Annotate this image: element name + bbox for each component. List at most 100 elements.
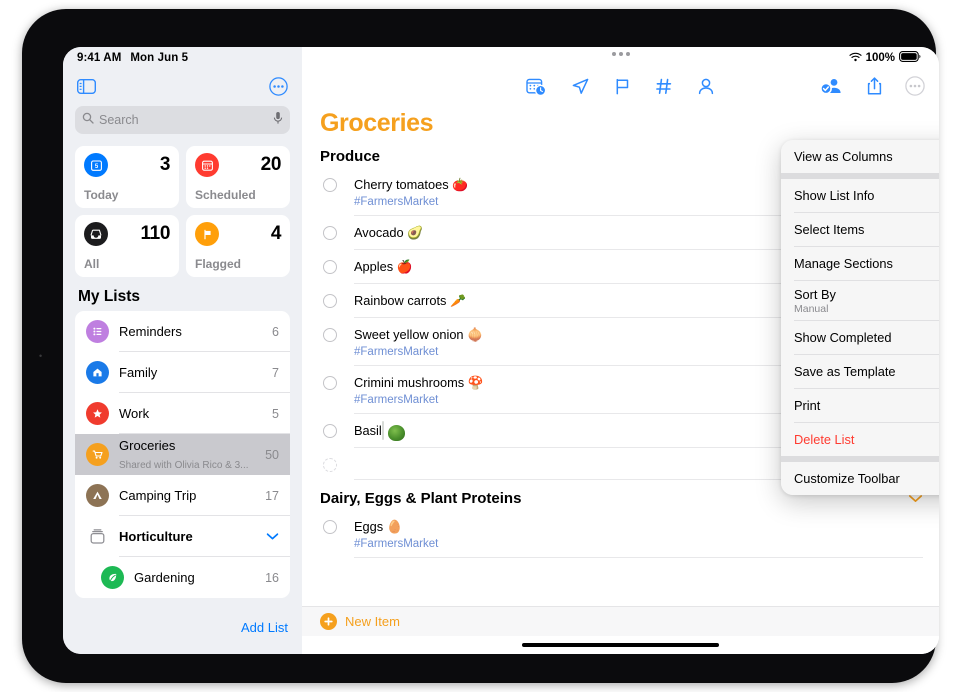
- complete-circle-icon[interactable]: [323, 226, 337, 240]
- item-separator: [354, 557, 923, 558]
- sidebar-item-reminders[interactable]: Reminders 6: [75, 311, 290, 352]
- hashtag-icon[interactable]: [655, 77, 673, 96]
- complete-circle-icon[interactable]: [323, 376, 337, 390]
- smart-card-flagged[interactable]: 4 Flagged: [186, 215, 290, 277]
- battery-full-icon: [899, 51, 921, 65]
- menu-item-label: Save as Template: [794, 364, 896, 379]
- page-title: Groceries: [320, 109, 434, 137]
- sidebar-item-family[interactable]: Family 7: [75, 352, 290, 393]
- share-person-check-icon[interactable]: [820, 76, 844, 96]
- smart-card-scheduled[interactable]: 20 Scheduled: [186, 146, 290, 208]
- share-upload-icon[interactable]: [866, 76, 883, 97]
- menu-item-save-as-template[interactable]: Save as Template: [781, 355, 939, 388]
- menu-item-label: Select Items: [794, 222, 865, 237]
- menu-item-label: Delete List: [794, 432, 855, 447]
- list-item[interactable]: Eggs 🥚 #FarmersMarket: [320, 510, 939, 558]
- menu-item-label: Show Completed: [794, 330, 892, 345]
- sidebar-group-horticulture[interactable]: Horticulture: [75, 516, 290, 557]
- smart-card-count: 110: [140, 223, 171, 244]
- item-tag[interactable]: #FarmersMarket: [354, 538, 939, 550]
- item-title: Apples 🍎: [354, 259, 413, 274]
- search-container: Search: [63, 103, 302, 134]
- more-circle-icon[interactable]: [269, 76, 288, 96]
- sidebar-item-label: Reminders: [119, 323, 182, 339]
- today-calendar-clock-icon[interactable]: [526, 77, 547, 96]
- star-icon: [86, 402, 109, 425]
- smart-card-count: 4: [270, 223, 282, 244]
- menu-item-label: Sort By: [794, 286, 836, 302]
- scheduled-calendar-icon: [195, 153, 219, 177]
- complete-circle-icon[interactable]: [323, 294, 337, 308]
- sidebar-item-label: Work: [119, 405, 150, 421]
- sidebar-item-camping-trip[interactable]: Camping Trip 17: [75, 475, 290, 516]
- main-toolbar: [302, 69, 939, 103]
- menu-item-delete-list[interactable]: Delete List: [781, 423, 939, 456]
- sidebar-item-work[interactable]: Work 5: [75, 393, 290, 434]
- new-item-button[interactable]: New Item: [302, 606, 939, 636]
- flag-outline-icon[interactable]: [614, 77, 631, 96]
- sidebar-item-label: Gardening: [134, 569, 195, 585]
- sidebar-item-count: 7: [272, 365, 279, 380]
- all-inbox-icon: [84, 222, 108, 246]
- tent-icon: [86, 484, 109, 507]
- person-icon[interactable]: [697, 77, 715, 96]
- ipad-device-frame: • 9:41 AM Mon Jun 5 Search 5 3 Today 20 …: [22, 9, 939, 683]
- sidebar-item-label: Groceries: [119, 437, 176, 453]
- battery-percent-label: 100%: [865, 52, 895, 64]
- chevron-down-icon[interactable]: [266, 528, 279, 546]
- sidebar-footer: Add List: [63, 610, 302, 654]
- location-arrow-icon[interactable]: [571, 77, 590, 96]
- item-title: Cherry tomatoes 🍅: [354, 177, 469, 192]
- sidebar-header: [63, 69, 302, 103]
- item-title: Rainbow carrots 🥕: [354, 293, 466, 308]
- microphone-icon[interactable]: [273, 111, 283, 130]
- multitasking-dots-icon[interactable]: [611, 52, 630, 56]
- complete-circle-icon[interactable]: [323, 424, 337, 438]
- menu-item-sort-by[interactable]: Sort By Manual ›: [781, 281, 939, 320]
- complete-circle-icon[interactable]: [323, 328, 337, 342]
- menu-item-label: Customize Toolbar: [794, 471, 900, 486]
- new-item-label: New Item: [345, 614, 400, 629]
- item-title: Avocado 🥑: [354, 225, 424, 240]
- smart-card-label: Scheduled: [195, 188, 256, 202]
- menu-item-manage-sections[interactable]: Manage Sections ›: [781, 247, 939, 280]
- smart-card-all[interactable]: 110 All: [75, 215, 179, 277]
- smart-card-count: 20: [260, 154, 282, 175]
- home-indicator[interactable]: [522, 643, 719, 647]
- complete-circle-icon[interactable]: [323, 260, 337, 274]
- status-time: 9:41 AM: [77, 52, 122, 64]
- sidebar-toggle-icon[interactable]: [76, 78, 97, 94]
- menu-item-show-list-info[interactable]: Show List Info: [781, 179, 939, 212]
- menu-item-label: Print: [794, 398, 821, 413]
- complete-circle-icon[interactable]: [323, 458, 337, 472]
- sidebar-item-groceries[interactable]: Groceries Shared with Olivia Rico & 3...…: [75, 434, 290, 475]
- smart-lists-grid: 5 3 Today 20 Scheduled 110 All 4 Flagged: [63, 134, 302, 277]
- more-circle-icon[interactable]: [905, 76, 925, 96]
- menu-item-customize-toolbar[interactable]: Customize Toolbar: [781, 462, 939, 495]
- status-bar-right: 100%: [302, 47, 939, 69]
- my-lists-card: Reminders 6 Family 7 Work 5 Groceries Sh…: [75, 311, 290, 598]
- smart-card-label: Today: [84, 188, 119, 202]
- add-list-button[interactable]: Add List: [241, 620, 288, 635]
- menu-item-select-items[interactable]: Select Items: [781, 213, 939, 246]
- complete-circle-icon[interactable]: [323, 178, 337, 192]
- menu-item-print[interactable]: Print: [781, 389, 939, 422]
- smart-card-today[interactable]: 5 3 Today: [75, 146, 179, 208]
- item-photo-thumbnail[interactable]: [381, 421, 384, 440]
- house-icon: [86, 361, 109, 384]
- menu-item-show-completed[interactable]: Show Completed: [781, 321, 939, 354]
- section-title: Dairy, Eggs & Plant Proteins: [320, 490, 522, 507]
- svg-text:5: 5: [94, 164, 98, 170]
- sidebar-item-gardening[interactable]: Gardening 16: [75, 557, 290, 598]
- menu-item-view-as-columns[interactable]: View as Columns: [781, 140, 939, 173]
- sidebar: 9:41 AM Mon Jun 5 Search 5 3 Today 20 Sc…: [63, 47, 302, 654]
- status-date: Mon Jun 5: [130, 52, 189, 64]
- smart-card-label: Flagged: [195, 257, 242, 271]
- sidebar-item-count: 6: [272, 324, 279, 339]
- complete-circle-icon[interactable]: [323, 520, 337, 534]
- screenshot-root: • 9:41 AM Mon Jun 5 Search 5 3 Today 20 …: [0, 0, 958, 692]
- search-input[interactable]: Search: [75, 106, 290, 134]
- today-calendar-icon: 5: [84, 153, 108, 177]
- folder-group-icon: [86, 525, 109, 548]
- list-bullet-icon: [86, 320, 109, 343]
